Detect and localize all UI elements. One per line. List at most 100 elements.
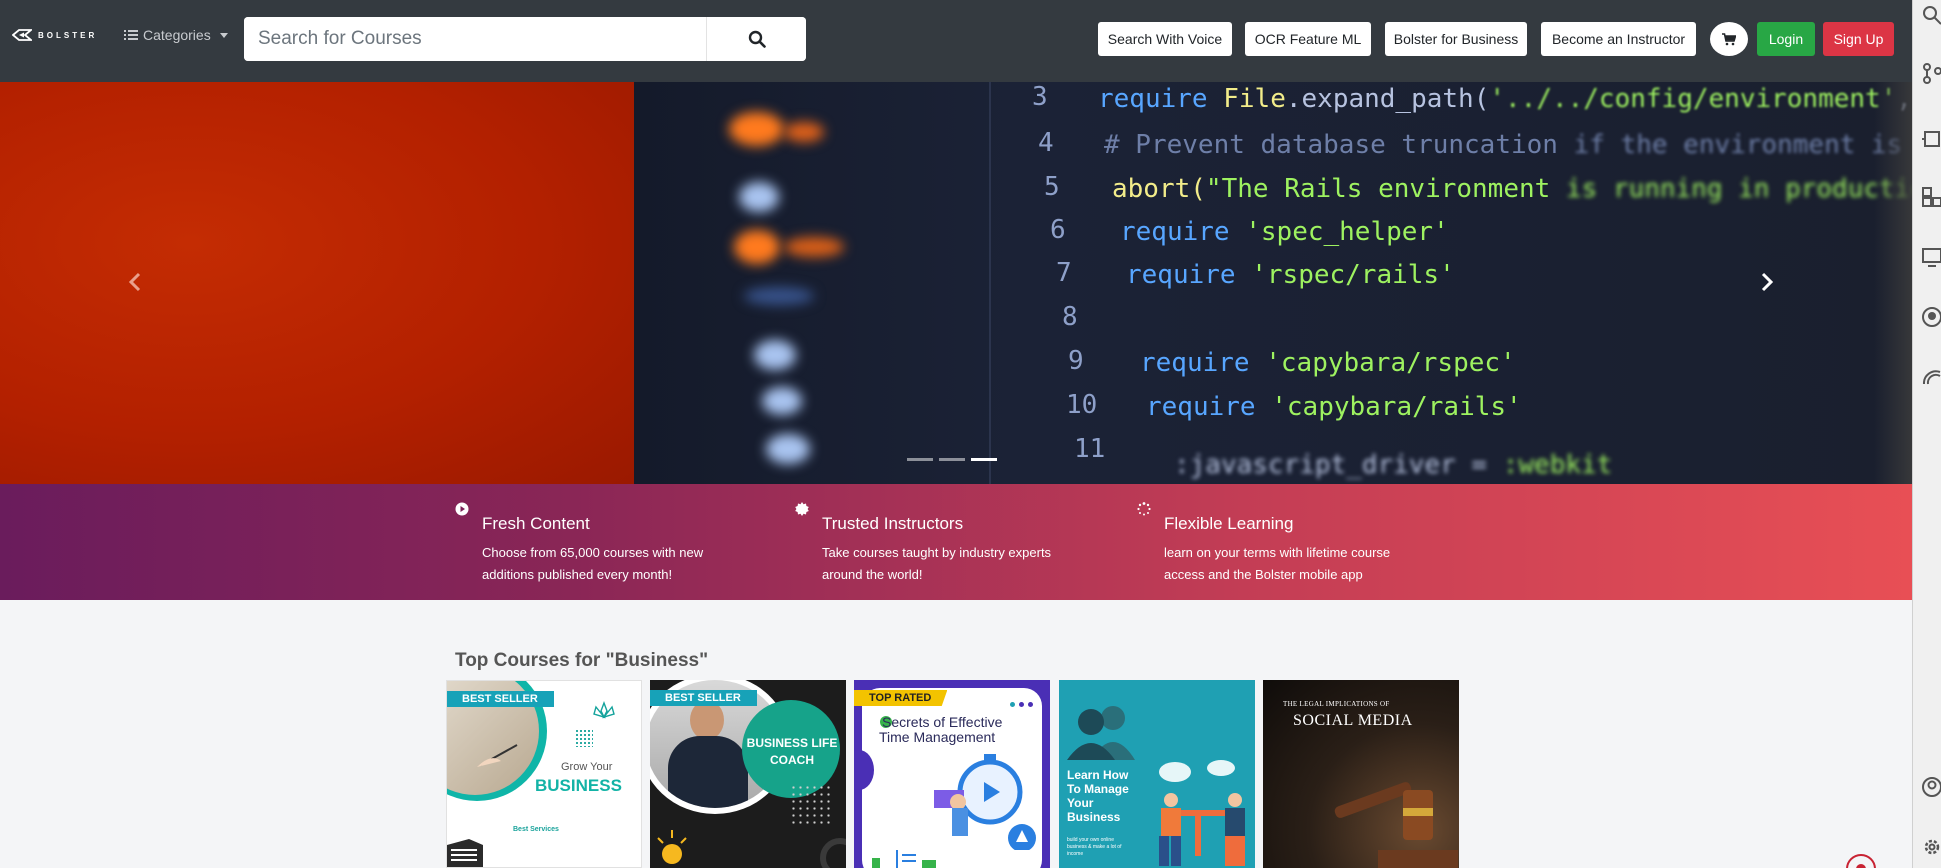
ring-shape [820, 838, 846, 868]
carousel-indicator[interactable] [939, 458, 965, 461]
code-line: require File.expand_path('../../config/e… [1098, 84, 1912, 114]
person-suit [668, 736, 748, 808]
search-icon [748, 30, 766, 48]
account-icon[interactable] [1921, 776, 1941, 798]
gear-icon[interactable] [1921, 836, 1941, 858]
carousel-next-button[interactable] [1760, 272, 1774, 297]
building-icon [447, 839, 483, 867]
blurred-file-icon [784, 122, 824, 142]
line-number: 5 [1044, 172, 1060, 202]
line-number: 11 [1074, 434, 1106, 464]
blurred-file-icon [744, 287, 814, 305]
blurred-file-icon [739, 182, 779, 212]
feature-title: Trusted Instructors [822, 514, 964, 533]
search-with-voice-button[interactable]: Search With Voice [1098, 22, 1232, 56]
right-toolbar [1912, 0, 1941, 868]
course-title-line: BUSINESS LIFE [746, 736, 838, 750]
carousel-indicator-active[interactable] [971, 458, 997, 461]
bolster-for-business-button[interactable]: Bolster for Business [1385, 22, 1527, 56]
course-title-line: To Manage [1067, 782, 1129, 796]
code-line: require 'spec_helper' [1120, 217, 1449, 247]
categories-dropdown[interactable]: Categories [124, 27, 228, 43]
pen-hand-icon [477, 744, 518, 767]
code-line: abort("The Rails environment is running … [1112, 174, 1912, 204]
course-card[interactable]: BEST SELLER Grow Your BUSINESS Best Serv… [446, 680, 642, 868]
line-number: 8 [1062, 302, 1078, 332]
play-circle-icon [455, 502, 469, 516]
chevron-down-icon [219, 32, 228, 38]
feature-description: learn on your terms with lifetime course… [1164, 545, 1391, 582]
course-card[interactable]: THE LEGAL IMPLICATIONS OF SOCIAL MEDIA [1263, 680, 1459, 868]
chevron-left-icon [128, 272, 141, 292]
course-card[interactable]: Learn How To Manage Your Business build … [1059, 680, 1255, 868]
blurred-file-icon [784, 237, 844, 257]
categories-label: Categories [143, 27, 211, 43]
feature-description: Choose from 65,000 courses with new addi… [482, 545, 704, 582]
users-icon [1067, 706, 1135, 760]
feature-description: Take courses taught by industry experts … [822, 545, 1052, 582]
chevron-right-icon [1761, 272, 1774, 292]
search-input[interactable] [244, 17, 706, 61]
course-title-line: Business [1067, 810, 1121, 824]
navbar: BOLSTER Categories Search With Voice OCR… [0, 0, 1912, 82]
gutter-divider [989, 82, 991, 484]
code-line: :javascript_driver = :webkit [1174, 450, 1613, 480]
brand-logo[interactable]: BOLSTER [12, 28, 97, 42]
debug-icon[interactable] [1921, 126, 1941, 148]
carousel-indicators [907, 458, 997, 461]
meeting-illustration [1159, 760, 1245, 866]
search-bar [244, 17, 806, 61]
page: BOLSTER Categories Search With Voice OCR… [0, 0, 1941, 868]
course-title-line: SOCIAL MEDIA [1293, 712, 1413, 729]
course-card[interactable]: TOP RATED Secrets of Effective Time Mana… [854, 680, 1050, 868]
code-line: require 'capybara/rspec' [1140, 348, 1516, 378]
blurred-file-icon [734, 230, 780, 264]
chat-widget-icon[interactable] [1846, 854, 1876, 868]
spinner-icon [1137, 502, 1151, 516]
cart-icon [1722, 32, 1736, 45]
line-number: 7 [1056, 258, 1072, 288]
code-line: # Prevent database truncation if the env… [1104, 130, 1912, 160]
search-button[interactable] [706, 17, 806, 61]
code-line: require 'rspec/rails' [1126, 260, 1455, 290]
hero-red-panel [0, 82, 634, 484]
carousel-prev-button[interactable] [128, 272, 142, 297]
list-icon [124, 30, 138, 40]
line-number: 4 [1038, 128, 1054, 158]
course-card[interactable]: BEST SELLER BUSINESS LIFE COACH [650, 680, 846, 868]
search-icon[interactable] [1921, 4, 1941, 26]
cart-button[interactable] [1710, 22, 1748, 56]
code-line: require 'capybara/rails' [1146, 392, 1522, 422]
gavel-icon [1334, 782, 1458, 868]
best-seller-badge: BEST SELLER [650, 690, 757, 706]
become-instructor-button[interactable]: Become an Instructor [1541, 22, 1696, 56]
course-title-line: COACH [770, 753, 814, 767]
blurred-file-icon [766, 434, 810, 464]
course-title-line: Learn How [1067, 768, 1129, 782]
course-subtitle: build your own online business & make a … [1067, 837, 1122, 857]
remote-icon[interactable] [1921, 366, 1941, 388]
person-head [690, 700, 724, 740]
carousel-indicator[interactable] [907, 458, 933, 461]
ocr-feature-button[interactable]: OCR Feature ML [1245, 22, 1371, 56]
sign-up-button[interactable]: Sign Up [1823, 22, 1894, 56]
monitor-icon[interactable] [1921, 246, 1941, 268]
stopwatch-illustration [934, 754, 1036, 850]
best-seller-badge: BEST SELLER [447, 691, 554, 707]
course-title-line: Your [1067, 796, 1094, 810]
feature-title: Fresh Content [482, 514, 590, 533]
line-number: 3 [1032, 82, 1048, 112]
blurred-file-icon [729, 112, 784, 146]
lotus-icon [593, 701, 615, 719]
git-branch-icon[interactable] [1921, 62, 1941, 84]
brand-name: BOLSTER [38, 30, 98, 40]
course-title-line: Secrets of Effective [882, 714, 1003, 730]
dot-pattern [790, 784, 834, 828]
course-title-line: Time Management [879, 729, 996, 745]
line-number: 9 [1068, 346, 1084, 376]
extensions-icon[interactable] [1921, 186, 1941, 208]
github-icon[interactable] [1921, 306, 1941, 328]
login-button[interactable]: Login [1757, 22, 1815, 56]
feature-title: Flexible Learning [1164, 514, 1294, 533]
top-rated-badge: TOP RATED [854, 690, 948, 706]
